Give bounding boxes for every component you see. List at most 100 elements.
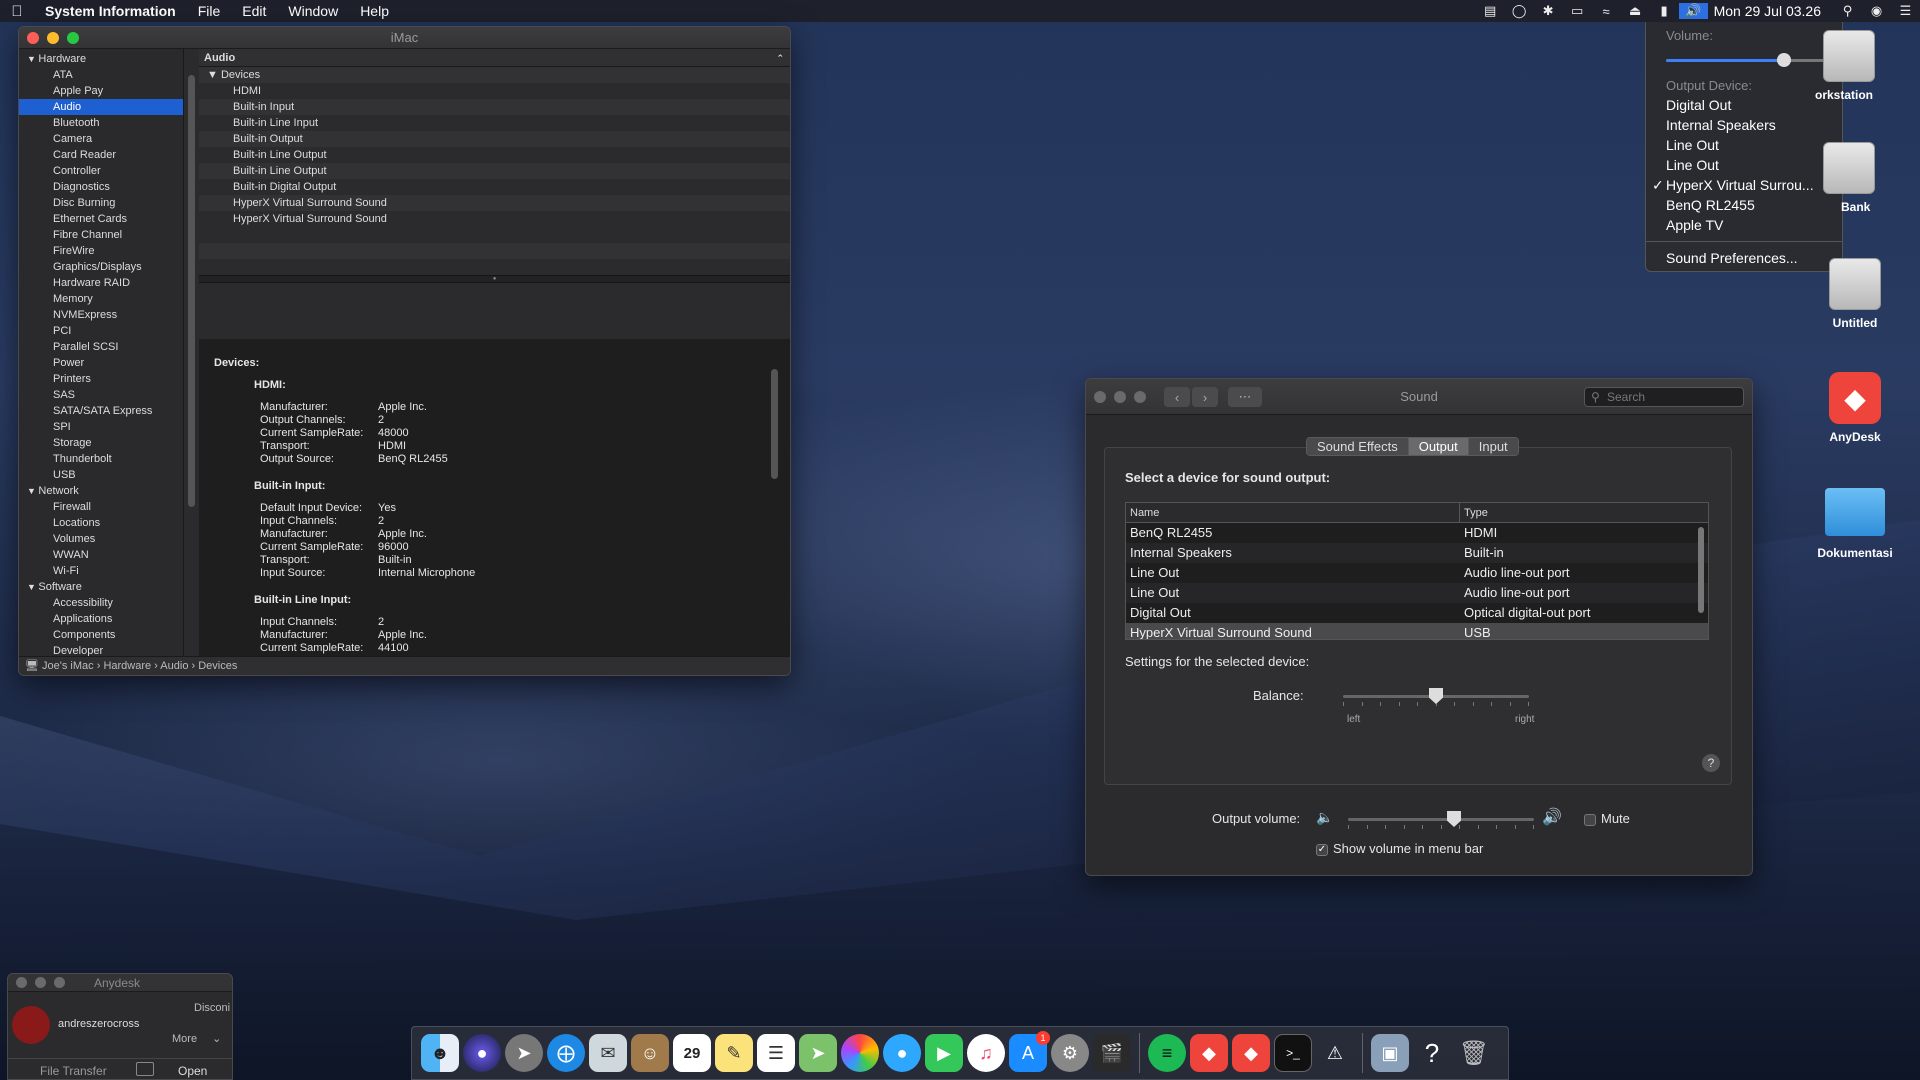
sysinfo-titlebar[interactable]: iMac [19, 27, 790, 49]
desktop-icon-bank[interactable]: Bank [1815, 142, 1920, 214]
sidebar-item[interactable]: Ethernet Cards [19, 211, 183, 227]
minimize-button[interactable] [47, 31, 59, 44]
mute-checkbox[interactable]: Mute [1584, 811, 1630, 826]
zoom-button[interactable] [67, 31, 79, 44]
volume-slider[interactable] [1666, 53, 1826, 67]
sidebar-item[interactable]: Graphics/Displays [19, 259, 183, 275]
sidebar-item[interactable]: Audio [19, 99, 183, 115]
sidebar-item[interactable]: USB [19, 467, 183, 483]
show-volume-checkbox-box[interactable]: ✓ [1316, 843, 1328, 856]
output-device-item[interactable]: Line Out [1646, 135, 1842, 155]
split-view-divider[interactable]: ● [199, 275, 790, 283]
sidebar-item[interactable]: Printers [19, 371, 183, 387]
help-button[interactable]: ? [1702, 754, 1720, 772]
device-row[interactable]: HyperX Virtual Surround Sound [199, 211, 790, 227]
itunes-icon[interactable]: ♫ [967, 1034, 1005, 1072]
app-store-icon[interactable]: A1 [1009, 1031, 1050, 1072]
table-row[interactable]: Digital Out Optical digital-out port [1126, 603, 1708, 623]
battery-icon[interactable]: ▮ [1650, 3, 1679, 19]
eject-icon[interactable]: ⏏ [1621, 3, 1650, 19]
output-volume-slider[interactable] [1348, 811, 1534, 829]
path-item[interactable]: Joe's iMac [42, 660, 94, 672]
sidebar-item[interactable]: FireWire [19, 243, 183, 259]
column-name-header[interactable]: Name [1126, 503, 1460, 522]
open-chat-button[interactable]: Open Cha [178, 1064, 232, 1079]
back-button[interactable]: ‹ [1164, 387, 1190, 407]
sidebar-item[interactable]: Wi-Fi [19, 563, 183, 579]
facetime-icon[interactable]: ▶ [925, 1034, 963, 1072]
sidebar-item[interactable]: Locations [19, 515, 183, 531]
notes-icon[interactable]: ✎ [715, 1034, 753, 1072]
output-device-item[interactable]: Internal Speakers [1646, 115, 1842, 135]
sidebar-item[interactable]: Hardware RAID [19, 275, 183, 291]
spotlight-search-icon[interactable]: ⚲ [1833, 3, 1862, 19]
sidebar-item[interactable]: Fibre Channel [19, 227, 183, 243]
disclosure-triangle-icon[interactable]: ▼ [207, 69, 218, 81]
help-question-icon[interactable]: ? [1413, 1034, 1451, 1072]
sidebar-item[interactable]: NVMExpress [19, 307, 183, 323]
output-device-item[interactable]: ✓ HyperX Virtual Surrou... [1646, 175, 1842, 195]
table-row[interactable]: HyperX Virtual Surround Sound USB [1126, 623, 1708, 639]
menu-file[interactable]: File [187, 3, 232, 19]
desktop-icon-anydesk[interactable]: ◆ AnyDesk [1810, 372, 1900, 444]
path-item[interactable]: Hardware [103, 660, 151, 672]
anydesk-dock-icon-2[interactable]: ◆ [1232, 1034, 1270, 1072]
desktop-icon-untitled[interactable]: Untitled [1810, 258, 1900, 330]
sidebar-item[interactable]: Memory [19, 291, 183, 307]
sidebar-item[interactable]: Bluetooth [19, 115, 183, 131]
output-device-item[interactable]: BenQ RL2455 [1646, 195, 1842, 215]
sidebar-group-hardware[interactable]: ▼ Hardware [19, 51, 183, 67]
disclosure-triangle-icon[interactable]: ▼ [27, 486, 38, 496]
table-scrollbar[interactable] [1698, 527, 1704, 613]
section-header[interactable]: Audio ⌃ [199, 49, 790, 67]
close-button[interactable] [1094, 390, 1106, 403]
search-field[interactable]: ⚲ Search [1584, 387, 1744, 407]
mail-icon[interactable]: ✉ [589, 1034, 627, 1072]
sound-titlebar[interactable]: ‹ › ⋯ Sound ⚲ Search [1086, 379, 1752, 415]
menu-edit[interactable]: Edit [231, 3, 277, 19]
zoom-button[interactable] [54, 977, 65, 988]
device-row[interactable]: HDMI [199, 83, 790, 99]
disclosure-triangle-icon[interactable]: ▼ [27, 582, 38, 592]
spotify-icon[interactable]: ≡ [1148, 1034, 1186, 1072]
sidebar-item[interactable]: Diagnostics [19, 179, 183, 195]
sidebar-item[interactable]: Volumes [19, 531, 183, 547]
apple-menu-icon[interactable]:  [0, 3, 34, 20]
device-row[interactable]: Built-in Input [199, 99, 790, 115]
downloads-folder-icon[interactable]: ▣ [1371, 1034, 1409, 1072]
sidebar-item[interactable]: Components [19, 627, 183, 643]
device-row[interactable]: Built-in Line Input [199, 115, 790, 131]
path-item[interactable]: Devices [198, 660, 237, 672]
menubar-clock[interactable]: Mon 29 Jul 03.26 [1708, 3, 1833, 19]
menu-window[interactable]: Window [277, 3, 349, 19]
detail-scrollbar[interactable] [771, 369, 778, 479]
column-type-header[interactable]: Type [1460, 503, 1488, 522]
show-all-grid-button[interactable]: ⋯ [1228, 387, 1262, 407]
app-menu[interactable]: System Information [34, 3, 187, 19]
forward-button[interactable]: › [1192, 387, 1218, 407]
chevron-up-icon[interactable]: ⌃ [776, 49, 784, 67]
reminders-icon[interactable]: ☰ [757, 1034, 795, 1072]
minimize-button[interactable] [35, 977, 46, 988]
anydesk-titlebar[interactable]: Anydesk [8, 974, 232, 992]
output-device-item[interactable]: Digital Out [1646, 95, 1842, 115]
sidebar-item[interactable]: Accessibility [19, 595, 183, 611]
display-icon[interactable]: ▭ [1563, 3, 1592, 19]
sidebar-item[interactable]: Disc Burning [19, 195, 183, 211]
sidebar-item[interactable]: Controller [19, 163, 183, 179]
file-transfer-button[interactable]: File Transfer [40, 1064, 107, 1078]
script-editor-icon[interactable]: ⚠ [1316, 1034, 1354, 1072]
contacts-icon[interactable]: ☺ [631, 1034, 669, 1072]
devices-group-row[interactable]: ▼ Devices [199, 67, 790, 83]
photos-icon[interactable] [841, 1034, 879, 1072]
desktop-icon-workstation[interactable]: orkstation [1815, 30, 1920, 102]
table-row[interactable]: Line Out Audio line-out port [1126, 563, 1708, 583]
launchpad-icon[interactable]: ➤ [505, 1034, 543, 1072]
sidebar-item[interactable]: Parallel SCSI [19, 339, 183, 355]
zoom-button[interactable] [1134, 390, 1146, 403]
finder-icon[interactable]: ☻ [421, 1034, 459, 1072]
notification-center-icon[interactable]: ☰ [1891, 3, 1920, 19]
trash-icon[interactable]: 🗑 [1455, 1034, 1493, 1072]
table-row[interactable]: BenQ RL2455 HDMI [1126, 523, 1708, 543]
output-device-item[interactable]: Line Out [1646, 155, 1842, 175]
